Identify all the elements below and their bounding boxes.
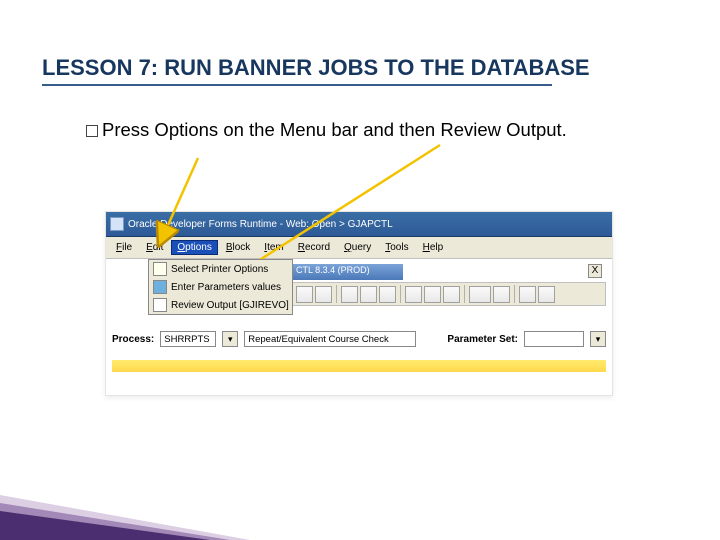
process-label: Process: [112,334,154,345]
printer-icon [153,262,167,276]
tool-delete-icon[interactable] [379,286,396,303]
body-line: Press Options on the Menu bar and then R… [102,119,567,140]
body-text: Press Options on the Menu bar and then R… [86,118,646,142]
paramset-lov-button[interactable]: ▾ [590,331,606,347]
menu-edit[interactable]: Edit [140,240,169,255]
corner-wedge [0,485,250,540]
menu-query[interactable]: Query [338,240,377,255]
paramset-label: Parameter Set: [447,334,518,345]
menu-tools[interactable]: Tools [379,240,414,255]
tool-next-icon[interactable] [443,286,460,303]
params-icon [153,280,167,294]
toolbar [292,282,606,306]
options-dropdown[interactable]: Select Printer Options Enter Parameters … [148,259,293,315]
toolbar-sep [514,285,515,303]
tool-rollback-icon[interactable] [315,286,332,303]
dropdown-item-printer[interactable]: Select Printer Options [149,260,292,278]
tool-cancel-icon[interactable] [493,286,510,303]
menu-bar[interactable]: File Edit Options Block Item Record Quer… [106,237,612,259]
process-desc-field: Repeat/Equivalent Course Check [244,331,416,347]
menu-help[interactable]: Help [417,240,450,255]
tool-print-icon[interactable] [519,286,536,303]
toolbar-sep [400,285,401,303]
menu-record[interactable]: Record [292,240,336,255]
toolbar-sep [336,285,337,303]
dropdown-item-review-output[interactable]: Review Output [GJIREVO] [149,296,292,314]
process-code-field[interactable]: SHRRPTS [160,331,216,347]
separator-bar [112,360,606,372]
title-underline [42,84,552,86]
app-screenshot: Oracle Developer Forms Runtime - Web: Op… [105,211,613,396]
review-output-icon [153,298,167,312]
inner-close-button[interactable]: X [588,264,602,278]
tool-x-icon[interactable] [538,286,555,303]
menu-item[interactable]: Item [258,240,289,255]
tool-insert-icon[interactable] [360,286,377,303]
window-title: Oracle Developer Forms Runtime - Web: Op… [128,219,393,230]
tool-prev-icon[interactable] [424,286,441,303]
tool-save-icon[interactable] [296,286,313,303]
inner-window-title: CTL 8.3.4 (PROD) [293,264,403,280]
menu-file[interactable]: File [110,240,138,255]
slide-title: LESSON 7: RUN BANNER JOBS TO THE DATABAS… [42,55,590,81]
tool-execute-icon[interactable] [469,286,491,303]
window-titlebar: Oracle Developer Forms Runtime - Web: Op… [106,212,612,237]
menu-options[interactable]: Options [171,240,217,255]
bullet-icon [86,125,98,137]
tool-enter-icon[interactable] [405,286,422,303]
process-lov-button[interactable]: ▾ [222,331,238,347]
tool-select-icon[interactable] [341,286,358,303]
toolbar-sep [464,285,465,303]
menu-block[interactable]: Block [220,240,256,255]
app-icon [110,217,124,231]
process-row: Process: SHRRPTS ▾ Repeat/Equivalent Cou… [112,328,606,350]
dropdown-item-params[interactable]: Enter Parameters values [149,278,292,296]
paramset-field[interactable] [524,331,584,347]
